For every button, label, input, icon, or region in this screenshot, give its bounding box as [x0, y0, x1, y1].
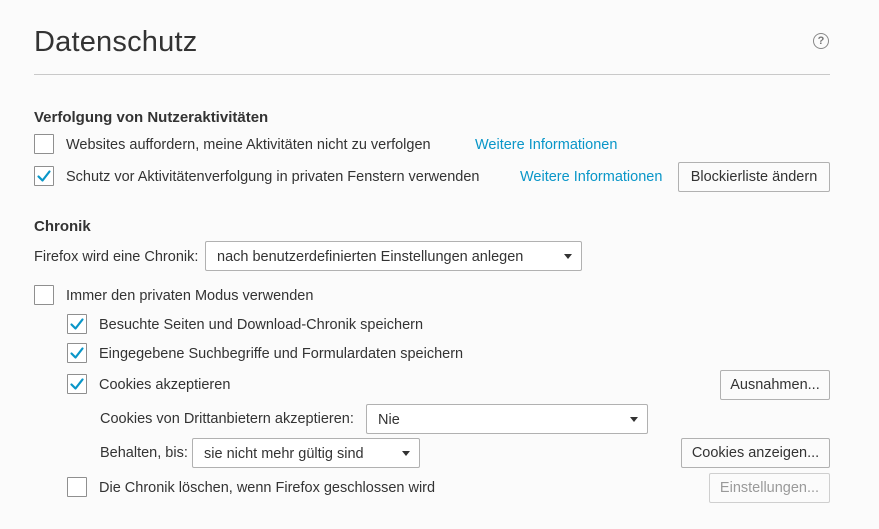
help-icon[interactable]: ?	[813, 33, 829, 49]
keep-until-value: sie nicht mehr gültig sind	[204, 446, 364, 462]
header-divider	[34, 74, 830, 75]
history-mode-value: nach benutzerdefinierten Einstellungen a…	[217, 249, 524, 265]
tracking-protection-label[interactable]: Schutz vor Aktivitätenverfolgung in priv…	[66, 167, 479, 187]
clear-on-close-settings-button[interactable]: Einstellungen...	[709, 473, 830, 503]
accept-cookies-checkbox[interactable]	[67, 374, 87, 394]
private-mode-checkbox[interactable]	[34, 285, 54, 305]
do-not-track-learn-more-link[interactable]: Weitere Informationen	[475, 135, 617, 155]
chevron-down-icon	[564, 254, 572, 259]
third-party-cookies-value: Nie	[378, 412, 400, 428]
clear-on-close-checkbox[interactable]	[67, 477, 87, 497]
checkmark-icon	[70, 378, 84, 390]
clear-on-close-label[interactable]: Die Chronik löschen, wenn Firefox geschl…	[99, 478, 435, 498]
checkmark-icon	[70, 347, 84, 359]
show-cookies-button[interactable]: Cookies anzeigen...	[681, 438, 830, 468]
history-mode-label: Firefox wird eine Chronik:	[34, 249, 199, 265]
cookie-exceptions-button[interactable]: Ausnahmen...	[720, 370, 830, 400]
checkmark-icon	[37, 170, 51, 182]
history-section-heading: Chronik	[34, 218, 91, 235]
remember-history-label[interactable]: Besuchte Seiten und Download-Chronik spe…	[99, 315, 423, 335]
tracking-section-heading: Verfolgung von Nutzeraktivitäten	[34, 109, 269, 126]
do-not-track-label[interactable]: Websites auffordern, meine Aktivitäten n…	[66, 135, 431, 155]
private-mode-label[interactable]: Immer den privaten Modus verwenden	[66, 286, 313, 306]
tracking-protection-checkbox[interactable]	[34, 166, 54, 186]
page-title: Datenschutz	[34, 26, 198, 58]
third-party-cookies-select[interactable]: Nie	[366, 404, 648, 434]
chevron-down-icon	[630, 417, 638, 422]
remember-history-checkbox[interactable]	[67, 314, 87, 334]
checkmark-icon	[70, 318, 84, 330]
accept-cookies-label[interactable]: Cookies akzeptieren	[99, 375, 230, 395]
tracking-protection-learn-more-link[interactable]: Weitere Informationen	[520, 167, 662, 187]
keep-until-label: Behalten, bis:	[100, 445, 188, 461]
third-party-cookies-label: Cookies von Drittanbietern akzeptieren:	[100, 411, 354, 427]
keep-until-select[interactable]: sie nicht mehr gültig sind	[192, 438, 420, 468]
history-mode-select[interactable]: nach benutzerdefinierten Einstellungen a…	[205, 241, 582, 271]
remember-forms-checkbox[interactable]	[67, 343, 87, 363]
remember-forms-label[interactable]: Eingegebene Suchbegriffe und Formulardat…	[99, 344, 463, 364]
change-blocklist-button[interactable]: Blockierliste ändern	[678, 162, 830, 192]
chevron-down-icon	[402, 451, 410, 456]
do-not-track-checkbox[interactable]	[34, 134, 54, 154]
